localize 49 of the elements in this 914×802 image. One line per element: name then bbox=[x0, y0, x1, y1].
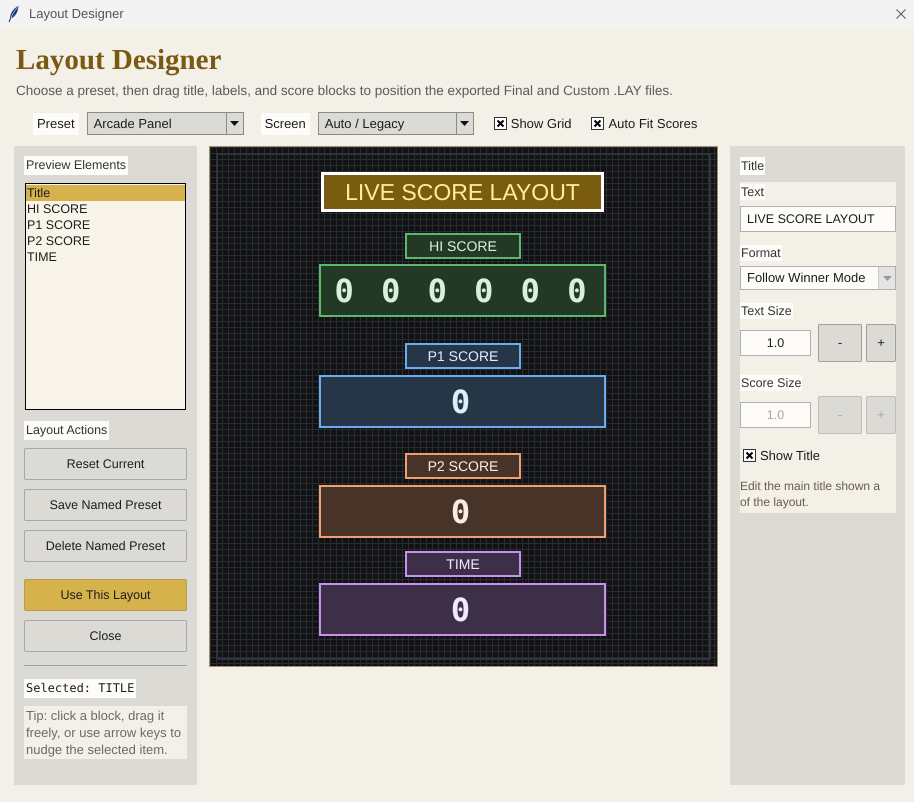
block-label[interactable]: TIME bbox=[405, 551, 521, 577]
close-icon[interactable] bbox=[896, 9, 906, 19]
checkbox[interactable]: Auto Fit Scores bbox=[591, 114, 698, 134]
action-button[interactable]: Save Named Preset bbox=[24, 489, 187, 521]
score-display[interactable]: 0 bbox=[319, 375, 606, 428]
number-field[interactable]: 1.0 bbox=[740, 330, 811, 356]
action-button[interactable]: Close bbox=[24, 620, 187, 652]
action-button[interactable]: Reset Current bbox=[24, 448, 187, 480]
block-label[interactable]: P2 SCORE bbox=[405, 453, 521, 479]
increment-button[interactable]: + bbox=[866, 324, 896, 362]
list-item[interactable]: Title bbox=[26, 185, 185, 201]
feather-icon bbox=[8, 6, 19, 22]
help-text: Edit the main title shown a of the layout. bbox=[740, 478, 882, 510]
text-field[interactable]: LIVE SCORE LAYOUT bbox=[740, 206, 896, 232]
field-label: Screen bbox=[260, 112, 310, 134]
page-title: Layout Designer bbox=[16, 44, 222, 76]
score-display[interactable]: 0 bbox=[319, 583, 606, 636]
action-button[interactable]: Delete Named Preset bbox=[24, 530, 187, 562]
caret-down-icon bbox=[460, 121, 470, 126]
field-label: Format bbox=[740, 245, 782, 261]
primary-button[interactable]: Use This Layout bbox=[24, 579, 187, 611]
score-display[interactable]: 0 0 0 0 0 0 bbox=[319, 264, 606, 317]
field-label: Text bbox=[740, 184, 765, 200]
window-title: Layout Designer bbox=[29, 5, 124, 24]
score-display[interactable]: 0 bbox=[319, 485, 606, 538]
section-heading: Preview Elements bbox=[24, 156, 128, 175]
subtitle: Choose a preset, then drag title, labels, and score blocks to position the exported Final and Custom .LAY files. bbox=[16, 83, 673, 99]
dropdown[interactable]: Follow Winner Mode bbox=[740, 266, 896, 290]
tip-text: Tip: click a block, drag it freely, or use arrow keys to nudge the selected item. bbox=[24, 706, 187, 759]
list-item[interactable]: P2 SCORE bbox=[26, 233, 185, 249]
checkbox[interactable]: Show Title bbox=[743, 447, 896, 464]
title-block[interactable]: LIVE SCORE LAYOUT bbox=[321, 172, 604, 212]
field-label: Text Size bbox=[740, 303, 793, 319]
list-item[interactable]: TIME bbox=[26, 249, 185, 265]
block-label[interactable]: HI SCORE bbox=[405, 233, 521, 259]
caret-down-icon bbox=[230, 121, 240, 126]
list-item[interactable]: P1 SCORE bbox=[26, 217, 185, 233]
panel-heading: Title bbox=[740, 157, 766, 175]
dropdown[interactable]: Arcade Panel bbox=[86, 112, 244, 135]
field-label: Score Size bbox=[740, 375, 802, 391]
block-label[interactable]: P1 SCORE bbox=[405, 343, 521, 369]
list-item[interactable]: HI SCORE bbox=[26, 201, 185, 217]
field-label: Preset bbox=[33, 112, 79, 134]
dropdown[interactable]: Auto / Legacy bbox=[318, 112, 474, 135]
caret-down-icon bbox=[882, 276, 892, 280]
section-heading: Layout Actions bbox=[24, 421, 110, 440]
selected-status: Selected: TITLE bbox=[24, 679, 136, 698]
decrement-button[interactable]: - bbox=[818, 324, 862, 362]
checkbox[interactable]: Show Grid bbox=[494, 114, 572, 134]
